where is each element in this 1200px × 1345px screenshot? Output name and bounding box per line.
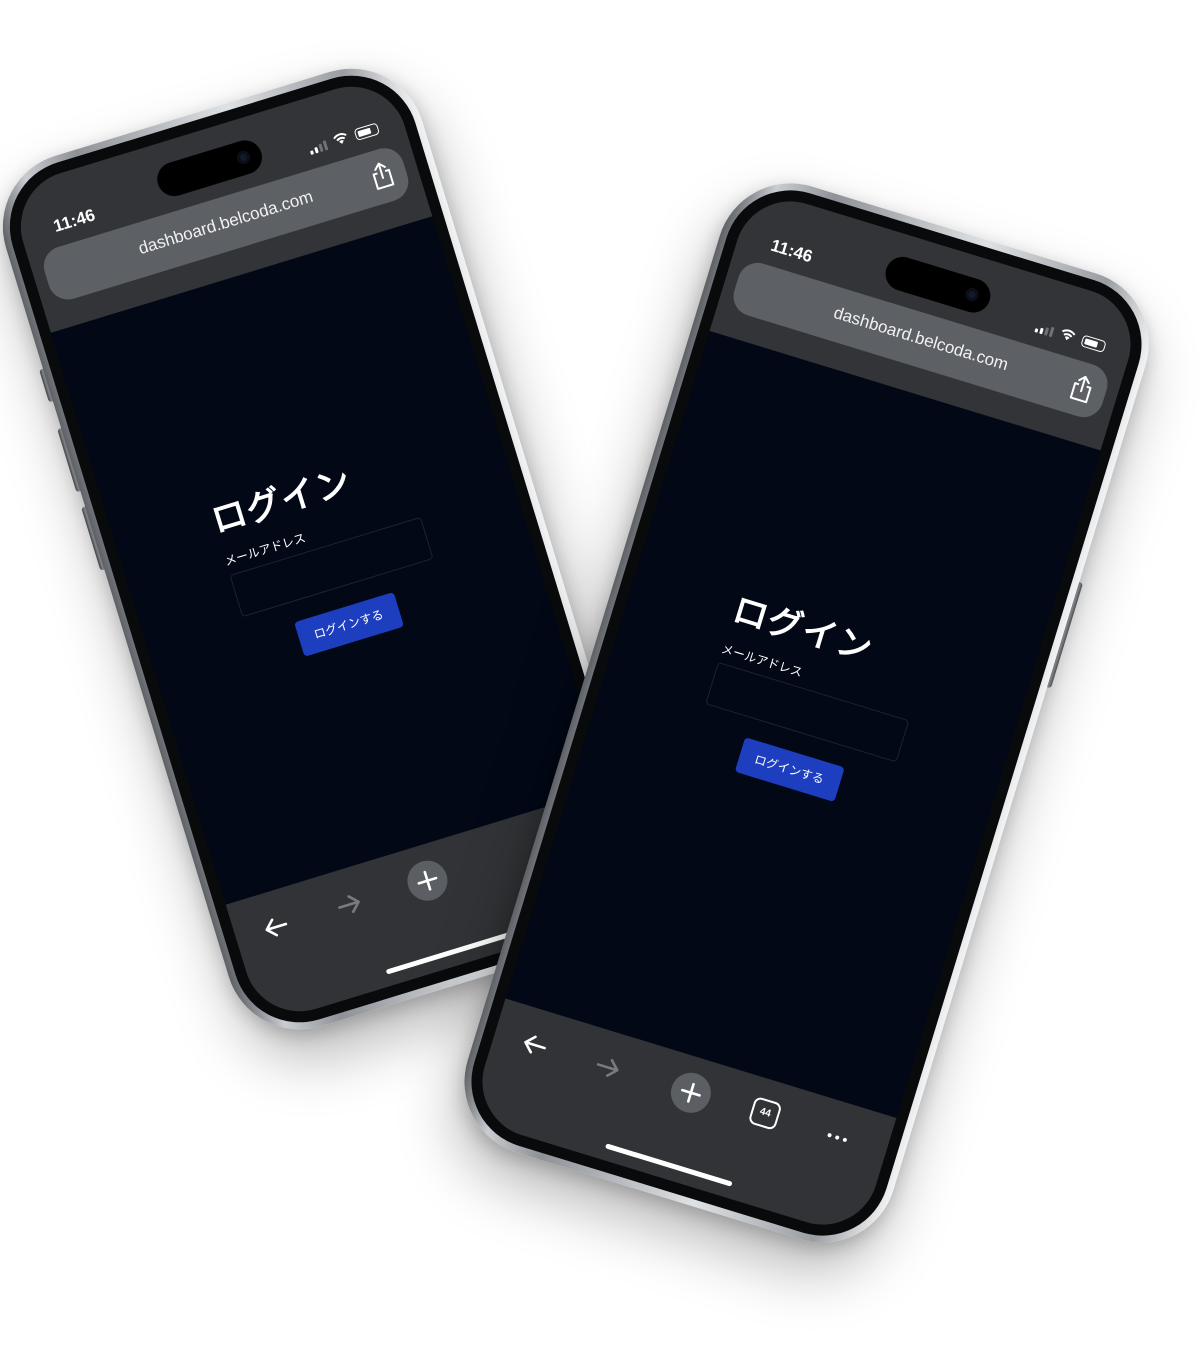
status-time: 11:46 <box>768 235 815 267</box>
login-form: ログイン メールアドレス ログインする <box>689 590 931 815</box>
more-icon[interactable] <box>820 1120 855 1155</box>
tabs-icon[interactable]: 44 <box>747 1095 783 1131</box>
signal-icon <box>308 140 329 155</box>
battery-icon <box>353 122 381 141</box>
front-camera <box>963 286 980 303</box>
forward-arrow-icon[interactable] <box>332 887 368 926</box>
status-time: 11:46 <box>51 205 98 236</box>
login-form: ログイン メールアドレス ログインする <box>207 446 449 670</box>
battery-icon <box>1080 334 1107 354</box>
back-arrow-icon[interactable] <box>259 909 295 948</box>
status-icons <box>1034 319 1107 354</box>
signal-icon <box>1034 322 1055 338</box>
wifi-icon <box>1058 326 1077 344</box>
login-button[interactable]: ログインする <box>293 591 404 657</box>
forward-arrow-icon[interactable] <box>589 1050 625 1089</box>
front-camera <box>234 149 252 166</box>
login-button[interactable]: ログインする <box>734 736 845 802</box>
status-icons <box>307 121 381 155</box>
new-tab-plus-icon[interactable] <box>665 1067 716 1118</box>
back-arrow-icon[interactable] <box>516 1028 552 1067</box>
wifi-icon <box>331 130 350 148</box>
new-tab-plus-icon[interactable] <box>401 855 452 906</box>
